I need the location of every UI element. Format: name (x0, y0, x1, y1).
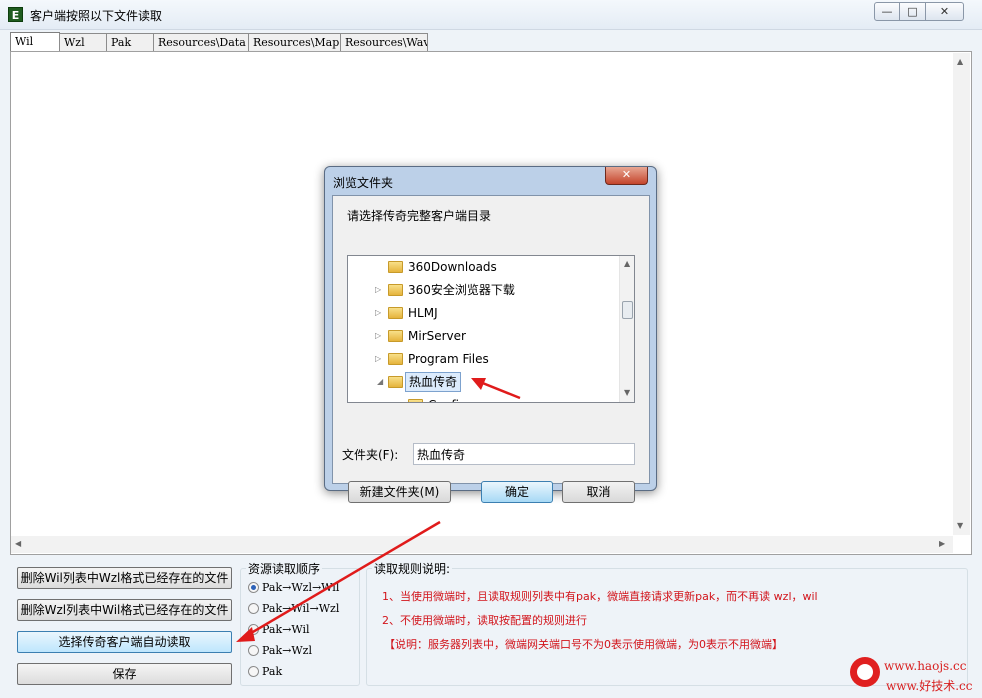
folder-icon (388, 284, 403, 296)
dialog-close-button[interactable]: ✕ (605, 167, 648, 185)
annotation-arrow-folder (471, 378, 521, 400)
expand-icon[interactable]: ▷ (375, 279, 381, 301)
main-window: E 客户端按照以下文件读取 — □ ✕ Wil Wzl Pak Resource… (0, 0, 982, 698)
watermark-logo-icon (850, 657, 880, 687)
folder-icon (388, 307, 403, 319)
folder-input[interactable] (413, 443, 635, 465)
folder-icon (388, 261, 403, 273)
folder-icon (388, 330, 403, 342)
dialog-title: 浏览文件夹 (333, 176, 394, 190)
new-folder-button[interactable]: 新建文件夹(M) (348, 481, 451, 503)
collapse-icon[interactable]: ◢ (377, 371, 383, 393)
ok-button[interactable]: 确定 (481, 481, 553, 503)
dialog-prompt: 请选择传奇完整客户端目录 (347, 209, 492, 223)
scroll-up-icon[interactable]: ▲ (624, 259, 630, 268)
expand-icon[interactable]: ▷ (375, 325, 381, 347)
tree-item[interactable]: ▷ Program Files (348, 348, 618, 370)
arrow-head-button (236, 627, 255, 642)
scroll-thumb[interactable] (622, 301, 633, 319)
browse-folder-dialog: 浏览文件夹 ✕ 请选择传奇完整客户端目录 360Downloads ▷ 360安… (324, 166, 657, 503)
expand-icon[interactable]: ▷ (375, 348, 381, 370)
folder-icon (408, 399, 423, 402)
folder-icon (388, 376, 403, 388)
tree-item[interactable]: ▷ MirServer (348, 325, 618, 347)
tree-item[interactable]: ▷ HLMJ (348, 302, 618, 324)
cancel-button[interactable]: 取消 (562, 481, 635, 503)
folder-icon (388, 353, 403, 365)
expand-icon[interactable]: ▷ (375, 302, 381, 324)
arrow-to-folder (479, 380, 521, 400)
watermark-url: www.haojs.cc (884, 659, 967, 673)
folder-label: 文件夹(F): (342, 448, 399, 462)
dialog-body: 请选择传奇完整客户端目录 360Downloads ▷ 360安全浏览器下载 ▷… (332, 195, 650, 503)
tree-scrollbar[interactable]: ▲ ▼ (619, 256, 634, 402)
arrow-to-button (245, 520, 441, 638)
tree-item[interactable]: ▷ 360安全浏览器下载 (348, 279, 618, 301)
scroll-down-icon[interactable]: ▼ (624, 388, 630, 397)
close-icon: ✕ (621, 168, 632, 181)
watermark-url-cn: www.好技术.cc (886, 679, 973, 693)
tree-item[interactable]: 360Downloads (348, 256, 618, 278)
